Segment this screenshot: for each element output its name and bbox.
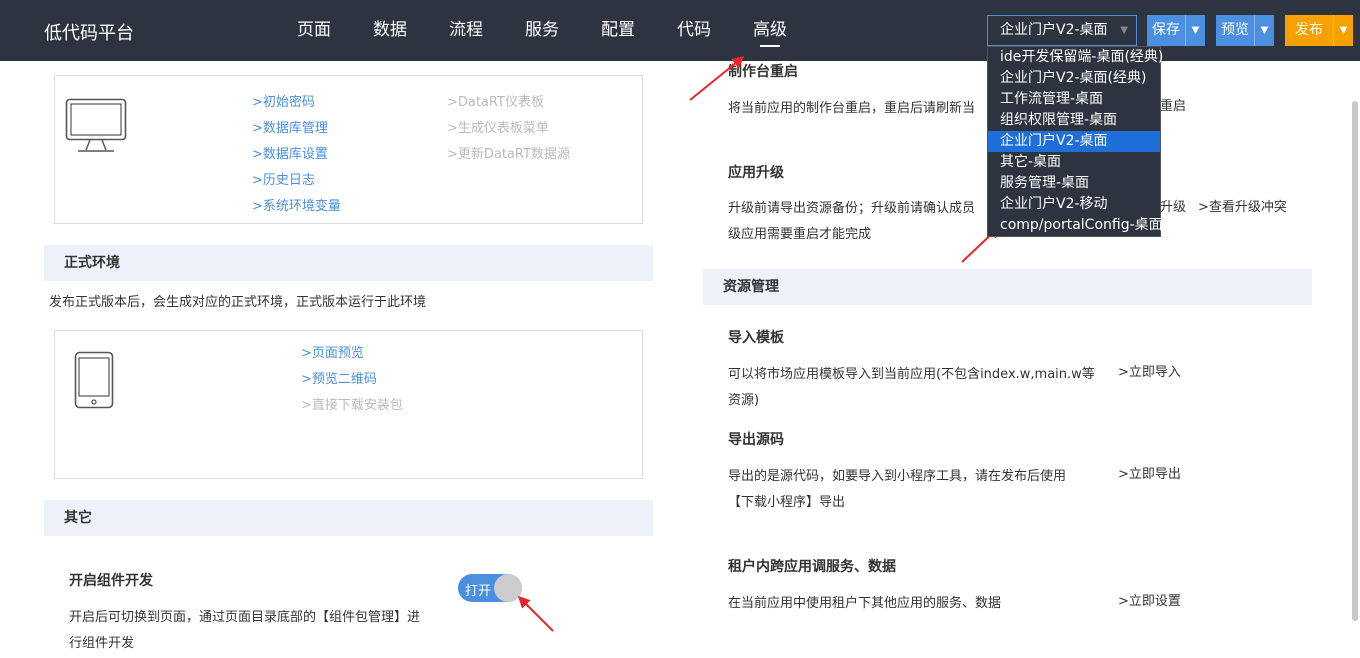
dropdown-option[interactable]: ide开发保留端-桌面(经典)	[988, 47, 1163, 68]
import-desc-line1: 可以将市场应用模板导入到当前应用(不包含index.w,main.w等	[728, 367, 1095, 382]
restart-title: 制作台重启	[728, 64, 798, 80]
desktop-links-col1: >初始密码 >数据库管理 >数据库设置 >历史日志 >系统环境变量	[252, 90, 341, 220]
dropdown-option[interactable]: 企业门户V2-桌面(经典)	[988, 68, 1160, 89]
section-other: 其它	[44, 500, 653, 536]
tenant-setup-link[interactable]: >立即设置	[1118, 589, 1181, 615]
component-dev-desc-line2: 行组件开发	[69, 636, 135, 651]
link-initial-password[interactable]: >初始密码	[252, 90, 341, 116]
nav-data[interactable]: 数据	[352, 0, 428, 61]
mobile-tools-box: >页面预览 >预览二维码 >直接下载安装包	[54, 330, 643, 479]
restart-link[interactable]: 重启	[1160, 94, 1186, 120]
dropdown-option[interactable]: comp/portalConfig-桌面	[988, 215, 1163, 236]
mobile-links: >页面预览 >预览二维码 >直接下载安装包	[301, 341, 403, 419]
nav-pages[interactable]: 页面	[276, 0, 352, 61]
app-select-dropdown: ide开发保留端-桌面(经典) 企业门户V2-桌面(经典) 工作流管理-桌面 组…	[987, 46, 1163, 237]
view-upgrade-conflict-link[interactable]: >查看升级冲突	[1198, 195, 1287, 221]
production-env-description: 发布正式版本后，会生成对应的正式环境，正式版本运行于此环境	[49, 295, 427, 310]
section-resource-management: 资源管理	[703, 269, 1312, 305]
upgrade-desc-line1: 升级前请导出资源备份；升级前请确认成员	[728, 201, 976, 216]
desktop-links-col2: >DataRT仪表板 >生成仪表板菜单 >更新DataRT数据源	[447, 90, 570, 168]
toggle-label: 打开	[465, 584, 492, 599]
save-button[interactable]: 保存	[1147, 15, 1185, 46]
dropdown-option[interactable]: 工作流管理-桌面	[988, 89, 1160, 110]
publish-button-group: 发布 ▼	[1285, 15, 1353, 46]
import-template-description: 可以将市场应用模板导入到当前应用(不包含index.w,main.w等 资源)	[728, 362, 1095, 414]
upgrade-title: 应用升级	[728, 165, 784, 181]
preview-button[interactable]: 预览	[1216, 15, 1254, 46]
link-datart-dashboard: >DataRT仪表板	[447, 95, 544, 110]
dropdown-option[interactable]: 组织权限管理-桌面	[988, 110, 1160, 131]
link-generate-dashboard-menu: >生成仪表板菜单	[447, 121, 549, 136]
export-source-description: 导出的是源代码，如要导入到小程序工具，请在发布后使用 【下载小程序】导出	[728, 464, 1066, 516]
preview-button-group: 预览 ▼	[1216, 15, 1274, 46]
save-button-group: 保存 ▼	[1147, 15, 1205, 46]
dropdown-option[interactable]: 服务管理-桌面	[988, 173, 1160, 194]
app-select[interactable]: 企业门户V2-桌面 ▼	[987, 15, 1137, 46]
tenant-cross-app-description: 在当前应用中使用租户下其他应用的服务、数据	[728, 596, 1002, 611]
desktop-tools-box: >初始密码 >数据库管理 >数据库设置 >历史日志 >系统环境变量 >DataR…	[54, 75, 643, 224]
component-dev-toggle[interactable]: 打开	[458, 574, 522, 602]
publish-dropdown-icon[interactable]: ▼	[1333, 15, 1353, 46]
component-dev-title: 开启组件开发	[69, 573, 153, 589]
export-desc-line2: 【下载小程序】导出	[728, 495, 846, 510]
import-template-title: 导入模板	[728, 330, 784, 346]
monitor-icon	[65, 98, 127, 152]
page-scrollbar[interactable]	[1352, 101, 1358, 621]
import-desc-line2: 资源)	[728, 393, 760, 408]
nav-process[interactable]: 流程	[428, 0, 504, 61]
tablet-icon	[74, 351, 114, 409]
link-history-log[interactable]: >历史日志	[252, 168, 341, 194]
nav-code[interactable]: 代码	[656, 0, 732, 61]
dropdown-option[interactable]: 企业门户V2-移动	[988, 194, 1160, 215]
upgrade-desc-line2: 级应用需要重启才能完成	[728, 227, 872, 242]
link-update-datart-source: >更新DataRT数据源	[447, 147, 570, 162]
link-download-package: >直接下载安装包	[301, 398, 403, 413]
upgrade-description: 升级前请导出资源备份；升级前请确认成员 级应用需要重启才能完成	[728, 196, 975, 248]
component-dev-desc-line1: 开启后可切换到页面，通过页面目录底部的【组件包管理】进	[69, 610, 421, 625]
save-dropdown-icon[interactable]: ▼	[1185, 15, 1205, 46]
toggle-knob	[494, 574, 522, 602]
link-system-env-vars[interactable]: >系统环境变量	[252, 194, 341, 220]
import-now-link[interactable]: >立即导入	[1118, 360, 1181, 386]
publish-button[interactable]: 发布	[1285, 15, 1333, 46]
link-preview-qrcode[interactable]: >预览二维码	[301, 367, 403, 393]
section-production-env: 正式环境	[44, 245, 653, 281]
tenant-cross-app-title: 租户内跨应用调服务、数据	[728, 559, 896, 575]
chevron-down-icon: ▼	[1120, 25, 1128, 36]
export-desc-line1: 导出的是源代码，如要导入到小程序工具，请在发布后使用	[728, 469, 1067, 484]
upgrade-link[interactable]: 升级	[1160, 195, 1186, 221]
restart-description: 将当前应用的制作台重启，重启后请刷新当	[728, 101, 976, 116]
main-nav: 页面 数据 流程 服务 配置 代码 高级	[276, 0, 808, 61]
link-database-manage[interactable]: >数据库管理	[252, 116, 341, 142]
arrow-to-toggle	[517, 595, 554, 632]
preview-dropdown-icon[interactable]: ▼	[1254, 15, 1274, 46]
export-source-title: 导出源码	[728, 432, 784, 448]
link-database-settings[interactable]: >数据库设置	[252, 142, 341, 168]
dropdown-option[interactable]: 其它-桌面	[988, 152, 1160, 173]
link-page-preview[interactable]: >页面预览	[301, 341, 403, 367]
platform-title: 低代码平台	[44, 23, 134, 44]
nav-advanced[interactable]: 高级	[732, 0, 808, 61]
nav-service[interactable]: 服务	[504, 0, 580, 61]
nav-config[interactable]: 配置	[580, 0, 656, 61]
app-select-value: 企业门户V2-桌面	[1000, 22, 1108, 38]
component-dev-description: 开启后可切换到页面，通过页面目录底部的【组件包管理】进 行组件开发	[69, 605, 469, 657]
dropdown-option-selected[interactable]: 企业门户V2-桌面	[988, 131, 1160, 152]
export-now-link[interactable]: >立即导出	[1118, 462, 1181, 488]
